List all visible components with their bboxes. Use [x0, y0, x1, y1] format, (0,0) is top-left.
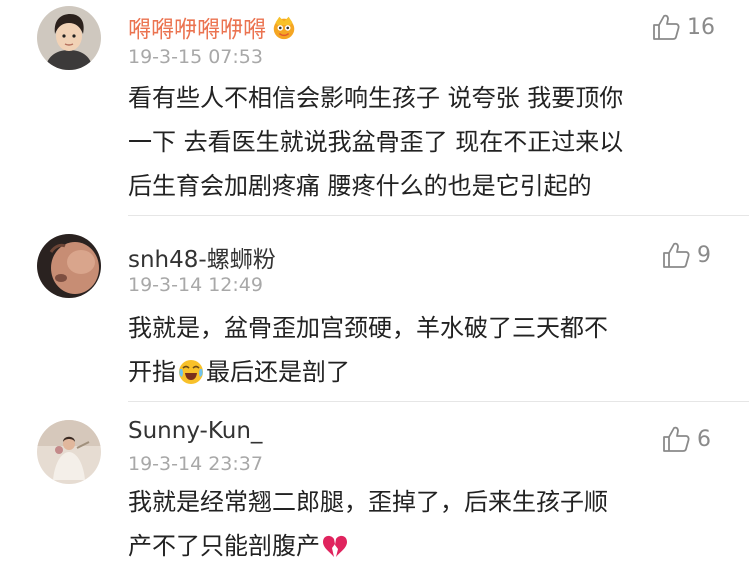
like-button[interactable]: 16: [651, 12, 715, 42]
avatar-baby-photo-icon: [37, 234, 101, 298]
comment-text-segment: 最后还是剖了: [206, 358, 350, 386]
comment-text-line: 看有些人不相信会影响生孩子 说夸张 我要顶你: [128, 84, 624, 112]
comment-text-segment: 产不了只能剖腹产: [128, 532, 320, 560]
like-count: 9: [697, 242, 711, 268]
thumbs-up-icon: [653, 14, 680, 40]
thumbs-up-icon: [663, 242, 690, 268]
comment-item: 嘚嘚咿嘚咿嘚 19-3-15 07:53 16 看有些人不相信会影响生孩子 说夸…: [0, 0, 749, 216]
like-button[interactable]: 6: [661, 424, 711, 454]
username[interactable]: 嘚嘚咿嘚咿嘚: [128, 10, 298, 44]
timestamp: 19-3-15 07:53: [128, 46, 263, 68]
comment-text: 看有些人不相信会影响生孩子 说夸张 我要顶你 一下 去看医生就说我盆骨歪了 现在…: [128, 76, 718, 208]
avatar-wedding-photo-icon: [37, 420, 101, 484]
like-count: 6: [697, 426, 711, 452]
like-count: 16: [687, 14, 715, 40]
comment-item: Sunny-Kun_ 19-3-14 23:37 6 我就是经常翘二郎腿，歪掉了…: [0, 402, 749, 574]
broken-heart-emoji-icon: [323, 535, 347, 557]
like-button[interactable]: 9: [661, 240, 711, 270]
avatar[interactable]: [37, 234, 101, 298]
comment-text-line: 开指 最后还是剖了: [128, 350, 718, 394]
comment-text: 我就是经常翘二郎腿，歪掉了，后来生孩子顺 产不了只能剖腹产: [128, 480, 718, 568]
comment-text-line: 一下 去看医生就说我盆骨歪了 现在不正过来以: [128, 128, 624, 156]
crying-laughing-emoji-icon: [179, 360, 203, 384]
comment-text-line: 我就是经常翘二郎腿，歪掉了，后来生孩子顺: [128, 488, 608, 516]
timestamp: 19-3-14 23:37: [128, 453, 263, 475]
avatar-cartoon-boy-icon: [37, 6, 101, 70]
username[interactable]: snh48-螺蛳粉: [128, 240, 276, 274]
username-text: 嘚嘚咿嘚咿嘚: [128, 17, 266, 43]
comment-text-line: 产不了只能剖腹产: [128, 524, 718, 568]
comment-text-line: 后生育会加剧疼痛 腰疼什么的也是它引起的: [128, 172, 592, 200]
thumbs-up-icon: [663, 426, 690, 452]
crown-badge-icon: [273, 16, 295, 40]
username[interactable]: Sunny-Kun_: [128, 418, 262, 444]
comment-text-line: 我就是，盆骨歪加宫颈硬，羊水破了三天都不: [128, 314, 608, 342]
avatar[interactable]: [37, 6, 101, 70]
avatar[interactable]: [37, 420, 101, 484]
comment-text-segment: 开指: [128, 358, 176, 386]
comment-text: 我就是，盆骨歪加宫颈硬，羊水破了三天都不 开指 最后还是剖了: [128, 306, 718, 394]
timestamp: 19-3-14 12:49: [128, 274, 263, 296]
comment-item: snh48-螺蛳粉 19-3-14 12:49 9 我就是，盆骨歪加宫颈硬，羊水…: [0, 216, 749, 402]
